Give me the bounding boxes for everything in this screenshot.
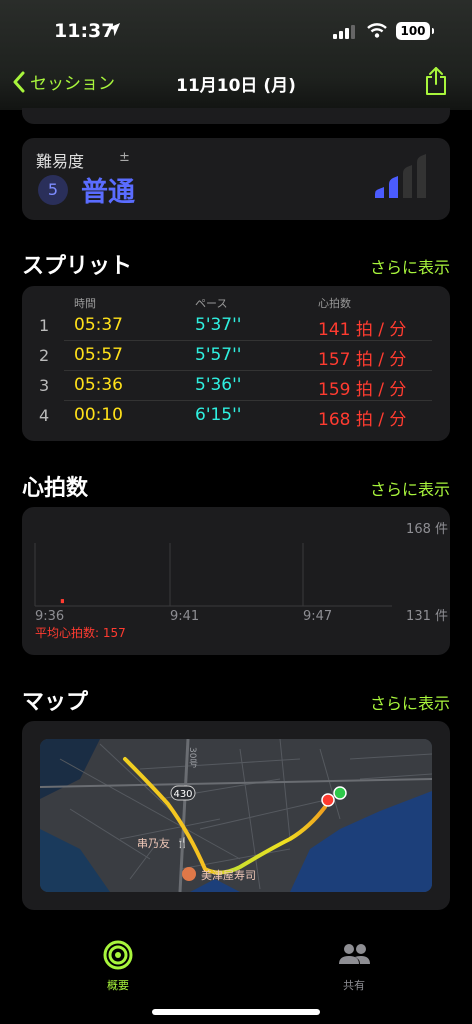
split-time: 05:57 <box>74 345 123 365</box>
x-tick-label: 9:36 <box>35 609 64 624</box>
map-more-button[interactable]: さらに表示 <box>370 690 450 714</box>
difficulty-level: 5 <box>38 175 68 205</box>
difficulty-level-label: 普通 <box>81 177 135 208</box>
battery-indicator: 100 <box>396 22 434 40</box>
difficulty-bars-icon <box>375 154 426 198</box>
table-row: 3 05:36 5'36'' 159 拍 / 分 <box>22 371 450 401</box>
split-heart-rate: 159 拍 / 分 <box>318 380 407 400</box>
heart-rate-chart: 168 件 131 件 9:36 9:41 9:47 平均心拍数: 157 <box>34 522 448 640</box>
route-map[interactable]: 430 30号 串乃友 🍴 美津屋寿司 <box>40 739 432 892</box>
tab-summary[interactable]: 概要 <box>78 940 158 993</box>
road-number-badge: 430 <box>170 785 196 801</box>
home-indicator <box>152 1009 320 1015</box>
split-heart-rate: 141 拍 / 分 <box>318 320 407 340</box>
map-title: マップ <box>22 690 89 715</box>
heart-rate-title: 心拍数 <box>22 476 89 501</box>
restaurant-pin-icon <box>182 867 196 881</box>
navigation-bar: セッション 11月10日 (月) <box>0 66 472 100</box>
map-canvas: 430 30号 串乃友 🍴 美津屋寿司 <box>40 739 432 892</box>
split-index: 3 <box>39 376 50 395</box>
road-number-label: 430 <box>173 789 192 800</box>
split-time: 00:10 <box>74 405 123 425</box>
splits-more-button[interactable]: さらに表示 <box>370 254 450 278</box>
split-index: 1 <box>39 316 50 335</box>
split-index: 4 <box>39 406 50 425</box>
cellular-signal-icon <box>333 24 357 43</box>
wifi-icon <box>367 23 387 42</box>
split-heart-rate: 168 拍 / 分 <box>318 410 407 430</box>
restaurant-icon: 🍴 <box>176 836 188 849</box>
splits-card: 時間 ペース 心拍数 1 05:37 5'37'' 141 拍 / 分 2 05… <box>22 286 450 441</box>
share-icon <box>426 67 446 95</box>
page-title: 11月10日 (月) <box>176 76 296 96</box>
split-time: 05:37 <box>74 315 123 335</box>
place-label: 串乃友 <box>137 836 170 850</box>
activity-rings-icon <box>103 940 133 970</box>
place-label: 美津屋寿司 <box>201 868 256 882</box>
status-bar: 11:37 100 <box>0 18 472 48</box>
split-heart-rate: 157 拍 / 分 <box>318 350 407 370</box>
split-header-heart-rate: 心拍数 <box>318 297 351 310</box>
split-pace: 6'15'' <box>195 405 242 425</box>
difficulty-card: 難易度 ± 5 普通 <box>22 138 450 220</box>
splits-title: スプリット <box>22 254 133 279</box>
tab-sharing-label: 共有 <box>343 979 365 992</box>
location-arrow-icon <box>106 22 121 41</box>
heart-rate-more-button[interactable]: さらに表示 <box>370 476 450 500</box>
y-min-label: 131 件 <box>406 609 448 624</box>
x-tick-label: 9:41 <box>170 609 199 624</box>
tab-sharing[interactable]: 共有 <box>314 940 394 993</box>
table-row: 2 05:57 5'57'' 157 拍 / 分 <box>22 341 450 371</box>
split-pace: 5'57'' <box>195 345 242 365</box>
average-heart-rate: 平均心拍数: 157 <box>35 625 126 640</box>
map-card[interactable]: 430 30号 串乃友 🍴 美津屋寿司 <box>22 721 450 910</box>
difficulty-modifier: ± <box>119 150 130 165</box>
y-max-label: 168 件 <box>406 522 448 537</box>
tab-summary-label: 概要 <box>107 979 129 992</box>
split-header-time: 時間 <box>74 297 96 310</box>
heart-rate-point <box>62 599 64 604</box>
route-start-marker <box>333 786 347 800</box>
x-tick-label: 9:47 <box>303 609 332 624</box>
split-time: 05:36 <box>74 375 123 395</box>
split-index: 2 <box>39 346 50 365</box>
table-row: 4 00:10 6'15'' 168 拍 / 分 <box>22 401 450 431</box>
heart-rate-card: 168 件 131 件 9:36 9:41 9:47 平均心拍数: 157 <box>22 507 450 655</box>
split-pace: 5'37'' <box>195 315 242 335</box>
previous-card-bottom <box>22 108 450 124</box>
split-pace: 5'36'' <box>195 375 242 395</box>
split-header-pace: ペース <box>195 297 228 310</box>
difficulty-label: 難易度 <box>36 152 85 171</box>
people-icon <box>339 944 370 964</box>
route-vertical-label: 30号 <box>187 747 198 768</box>
share-button[interactable] <box>424 66 448 100</box>
table-row: 1 05:37 5'37'' 141 拍 / 分 <box>22 311 450 341</box>
route-end-marker <box>321 793 335 807</box>
